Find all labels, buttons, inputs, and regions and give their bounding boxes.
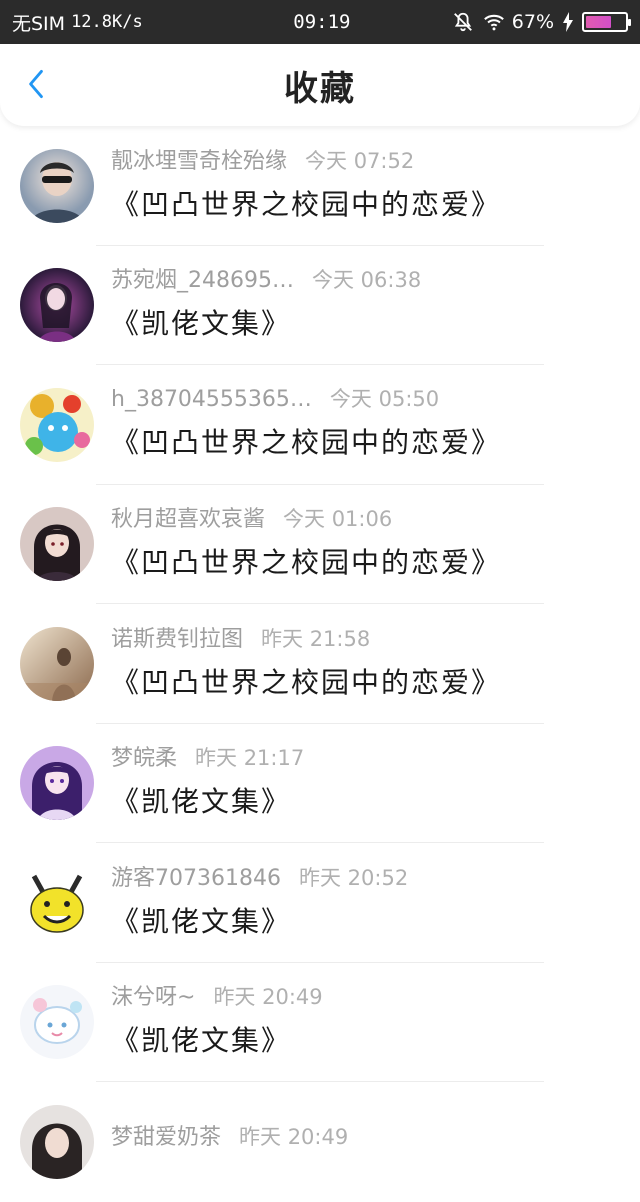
timestamp: 昨天 21:58 — [261, 626, 371, 651]
timestamp: 昨天 20:49 — [239, 1124, 349, 1149]
list-item-meta: 梦甜爱奶茶 昨天 20:49 — [111, 1119, 348, 1151]
battery-percent: 67% — [511, 11, 554, 33]
user-name[interactable]: 沫兮呀~ — [111, 979, 195, 1011]
list-item[interactable]: 诺斯费钊拉图 昨天 21:58 《凹凸世界之校园中的恋爱》 — [0, 604, 640, 724]
favorites-list: 靓冰埋雪奇栓殆缘 今天 07:52 《凹凸世界之校园中的恋爱》 苏宛烟_2486… — [0, 126, 640, 1202]
battery-level-fill — [586, 16, 612, 28]
timestamp: 今天 07:52 — [305, 148, 415, 173]
list-item[interactable]: 梦皖柔 昨天 21:17 《凯佬文集》 — [0, 724, 640, 843]
list-item[interactable]: 梦甜爱奶茶 昨天 20:49 — [0, 1082, 640, 1202]
list-item[interactable]: 苏宛烟_248695… 今天 06:38 《凯佬文集》 — [0, 246, 640, 365]
user-name[interactable]: 靓冰埋雪奇栓殆缘 — [111, 143, 287, 175]
charging-icon — [562, 11, 574, 33]
list-item-meta: 游客707361846 昨天 20:52 — [111, 860, 408, 892]
list-item-content: 梦皖柔 昨天 21:17 《凯佬文集》 — [111, 740, 304, 820]
timestamp: 今天 01:06 — [283, 507, 393, 532]
list-item[interactable]: 靓冰埋雪奇栓殆缘 今天 07:52 《凹凸世界之校园中的恋爱》 — [0, 126, 640, 246]
avatar — [20, 626, 94, 701]
clock: 09:19 — [293, 11, 351, 33]
list-item-content: h_38704555365… 今天 05:50 《凹凸世界之校园中的恋爱》 — [111, 383, 501, 461]
timestamp: 今天 06:38 — [311, 268, 422, 293]
list-item-meta: 梦皖柔 昨天 21:17 — [111, 740, 304, 772]
list-item-content: 苏宛烟_248695… 今天 06:38 《凯佬文集》 — [111, 262, 421, 342]
status-bar: 无SIM 12.8K/s 09:19 67% — [0, 0, 640, 44]
user-name[interactable]: 梦皖柔 — [111, 740, 177, 772]
timestamp: 昨天 21:17 — [195, 746, 305, 771]
list-item-meta: 沫兮呀~ 昨天 20:49 — [111, 979, 323, 1011]
work-title[interactable]: 《凯佬文集》 — [111, 780, 304, 820]
work-title[interactable]: 《凹凸世界之校园中的恋爱》 — [111, 421, 501, 461]
list-item[interactable]: 沫兮呀~ 昨天 20:49 《凯佬文集》 — [0, 963, 640, 1082]
user-name[interactable]: 秋月超喜欢哀酱 — [111, 501, 265, 533]
list-item[interactable]: 游客707361846 昨天 20:52 《凯佬文集》 — [0, 843, 640, 963]
app-header: 收藏 — [0, 44, 640, 126]
status-right: 67% — [452, 11, 631, 33]
user-name[interactable]: 梦甜爱奶茶 — [111, 1119, 221, 1151]
carrier-label: 无SIM — [12, 12, 66, 35]
list-item[interactable]: h_38704555365… 今天 05:50 《凹凸世界之校园中的恋爱》 — [0, 365, 640, 485]
user-name[interactable]: 游客707361846 — [111, 860, 281, 892]
list-item-meta: 苏宛烟_248695… 今天 06:38 — [111, 262, 421, 294]
list-item-meta: 靓冰埋雪奇栓殆缘 今天 07:52 — [111, 143, 501, 175]
work-title[interactable]: 《凹凸世界之校园中的恋爱》 — [111, 541, 501, 581]
list-item-meta: 诺斯费钊拉图 昨天 21:58 — [111, 621, 501, 653]
list-item-content: 梦甜爱奶茶 昨天 20:49 — [111, 1119, 348, 1159]
avatar — [20, 1104, 94, 1179]
page-title: 收藏 — [284, 68, 356, 109]
list-item-content: 沫兮呀~ 昨天 20:49 《凯佬文集》 — [111, 979, 323, 1059]
avatar — [20, 865, 94, 940]
list-item-meta: 秋月超喜欢哀酱 今天 01:06 — [111, 501, 501, 533]
avatar — [20, 387, 94, 462]
work-title[interactable]: 《凯佬文集》 — [111, 302, 421, 342]
back-button[interactable] — [18, 66, 54, 106]
user-name[interactable]: 苏宛烟_248695… — [111, 262, 294, 294]
timestamp: 昨天 20:52 — [298, 865, 409, 890]
list-item-content: 诺斯费钊拉图 昨天 21:58 《凹凸世界之校园中的恋爱》 — [111, 621, 501, 701]
list-item-meta: h_38704555365… 今天 05:50 — [111, 383, 501, 413]
list-item[interactable]: 秋月超喜欢哀酱 今天 01:06 《凹凸世界之校园中的恋爱》 — [0, 485, 640, 604]
work-title[interactable]: 《凯佬文集》 — [111, 900, 408, 940]
user-name[interactable]: 诺斯费钊拉图 — [111, 621, 243, 653]
avatar — [20, 985, 94, 1060]
mute-bell-icon — [452, 11, 474, 33]
chevron-left-icon — [27, 68, 45, 104]
list-item-content: 游客707361846 昨天 20:52 《凯佬文集》 — [111, 860, 408, 940]
avatar — [20, 746, 94, 821]
list-item-content: 秋月超喜欢哀酱 今天 01:06 《凹凸世界之校园中的恋爱》 — [111, 501, 501, 581]
work-title[interactable]: 《凯佬文集》 — [111, 1019, 323, 1059]
avatar — [20, 148, 94, 223]
timestamp: 昨天 20:49 — [213, 985, 323, 1010]
wifi-icon — [482, 11, 504, 33]
list-item-content: 靓冰埋雪奇栓殆缘 今天 07:52 《凹凸世界之校园中的恋爱》 — [111, 143, 501, 223]
network-speed: 12.8K/s — [71, 12, 143, 32]
avatar — [20, 507, 94, 582]
battery-icon — [582, 12, 631, 32]
work-title[interactable]: 《凹凸世界之校园中的恋爱》 — [111, 661, 501, 701]
avatar — [20, 268, 94, 343]
work-title[interactable]: 《凹凸世界之校园中的恋爱》 — [111, 183, 501, 223]
user-name[interactable]: h_38704555365… — [111, 387, 312, 412]
timestamp: 今天 05:50 — [329, 386, 440, 411]
